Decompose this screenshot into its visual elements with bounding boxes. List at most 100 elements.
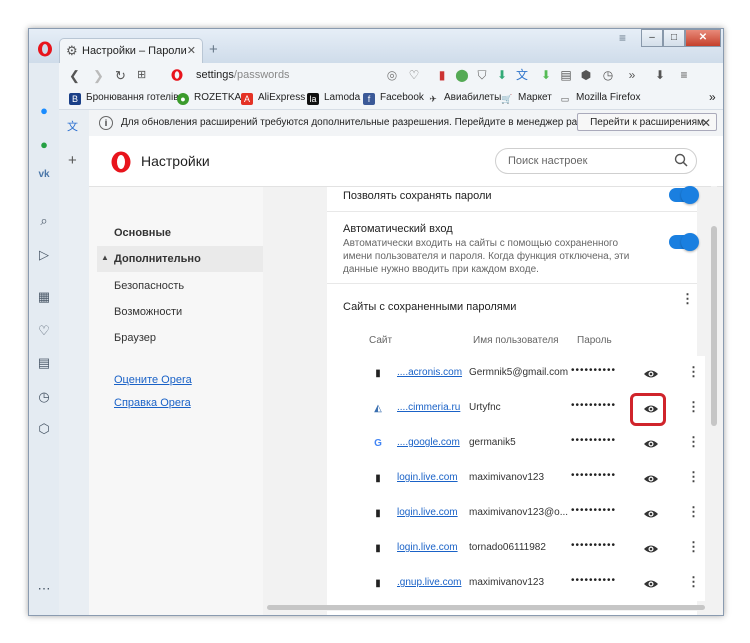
show-password-eye-icon[interactable] — [643, 436, 659, 452]
extensions-icon[interactable]: ⬡ — [36, 421, 52, 437]
rozetka-icon: ● — [177, 93, 189, 105]
tab-settings-passwords[interactable]: ⚙ Настройки – Пароли ✕ — [59, 38, 203, 63]
horizontal-scrollbar[interactable] — [263, 605, 709, 611]
site-link[interactable]: ....cimmeria.ru — [397, 402, 460, 413]
heart-icon[interactable]: ♡ — [36, 323, 52, 339]
bookmark-rozetka[interactable]: ● ROZETKA — [177, 92, 241, 105]
show-password-eye-icon[interactable] — [643, 471, 659, 487]
infobar-message: Для обновления расширений требуются допо… — [121, 117, 647, 128]
nav-browser[interactable]: Браузер — [114, 332, 156, 344]
cube-icon[interactable]: ⬢ — [579, 68, 593, 82]
speed-dial-icon[interactable]: ▦ — [36, 289, 52, 305]
more-sidebar-icon[interactable]: ⋯ — [36, 581, 52, 597]
search-icon[interactable]: ⌕ — [36, 213, 52, 229]
site-link[interactable]: login.live.com — [397, 507, 458, 518]
rate-opera-link[interactable]: Оцените Opera — [114, 374, 192, 386]
extension-pin-icon[interactable]: ⬤ — [455, 68, 469, 82]
download-icon[interactable]: ⬇ — [495, 68, 509, 82]
col-password-header: Пароль — [577, 335, 612, 346]
username: Germnik5@gmail.com — [469, 367, 569, 378]
translate-panel-icon[interactable]: 文 — [67, 118, 78, 134]
vertical-scroll-thumb[interactable] — [711, 226, 717, 426]
site-link[interactable]: .gnup.live.com — [397, 577, 461, 588]
extension-red-icon[interactable]: ▮ — [435, 68, 449, 82]
aliexpress-icon: A — [241, 93, 253, 105]
row-more-icon[interactable]: ⋮ — [687, 399, 700, 415]
whatsapp-icon[interactable]: ● — [36, 137, 52, 153]
go-to-extensions-button[interactable]: Перейти к расширениям — [577, 113, 717, 131]
show-password-eye-icon[interactable] — [643, 366, 659, 382]
opera-menu-icon[interactable] — [37, 41, 53, 57]
messenger-icon[interactable]: ● — [36, 103, 52, 119]
bookmark-folder-firefox[interactable]: ▭ Mozilla Firefox — [559, 92, 641, 105]
back-icon[interactable]: ❮ — [69, 68, 80, 84]
allow-save-toggle[interactable] — [669, 186, 699, 204]
row-more-icon[interactable]: ⋮ — [687, 504, 700, 520]
address-bar[interactable]: settings/passwords — [196, 69, 290, 81]
saved-passwords-menu-icon[interactable]: ⋮ — [681, 291, 694, 307]
clock-icon[interactable]: ◷ — [601, 68, 615, 82]
bookmark-booking[interactable]: B Бронювання готелів — [69, 92, 179, 105]
easy-setup-icon[interactable]: ≡ — [619, 31, 626, 45]
new-tab-button[interactable]: + — [209, 41, 218, 58]
download-green-icon[interactable]: ⬇ — [539, 68, 553, 82]
more-extensions-icon[interactable]: » — [625, 68, 639, 82]
bookmark-facebook[interactable]: f Facebook — [363, 92, 424, 105]
maximize-button[interactable]: □ — [663, 29, 685, 47]
nav-advanced[interactable]: Дополнительно — [114, 253, 201, 265]
camera-icon[interactable]: ◎ — [385, 68, 399, 82]
show-password-eye-icon[interactable] — [643, 576, 659, 592]
extension-icon[interactable]: ▤ — [559, 68, 573, 82]
bookmark-label: Lamoda — [324, 92, 361, 103]
show-password-eye-icon[interactable] — [643, 541, 659, 557]
doc-icon: ▮ — [375, 473, 381, 484]
forward-icon[interactable]: ❯ — [93, 68, 104, 84]
password-row: ▮ ....acronis.com Germnik5@gmail.com •••… — [365, 356, 705, 392]
nav-security[interactable]: Безопасность — [114, 280, 184, 292]
bookmark-aliexpress[interactable]: A AliExpress — [241, 92, 305, 105]
add-panel-icon[interactable]: + — [68, 152, 77, 169]
site-link[interactable]: ....google.com — [397, 437, 460, 448]
horizontal-scroll-thumb[interactable] — [267, 605, 705, 610]
row-more-icon[interactable]: ⋮ — [687, 574, 700, 590]
show-password-eye-icon[interactable] — [643, 506, 659, 522]
grid-icon[interactable]: ⊞ — [137, 68, 146, 81]
nav-basic[interactable]: Основные — [114, 227, 171, 239]
title-bar: ⚙ Настройки – Пароли ✕ + ≡ – □ ✕ — [29, 29, 723, 63]
tab-close-icon[interactable]: ✕ — [187, 44, 196, 57]
nav-features[interactable]: Возможности — [114, 306, 182, 318]
download-arrow-icon[interactable]: ⬇ — [653, 68, 667, 82]
vertical-scrollbar[interactable] — [711, 186, 717, 606]
password-row: ▮ login.live.com maximivanov123@o... •••… — [365, 496, 705, 532]
site-link[interactable]: login.live.com — [397, 472, 458, 483]
row-more-icon[interactable]: ⋮ — [687, 539, 700, 555]
heart-bookmark-icon[interactable]: ♡ — [407, 68, 421, 82]
folder-icon: ▭ — [560, 94, 570, 104]
site-link[interactable]: ....acronis.com — [397, 367, 462, 378]
bookmark-label: ROZETKA — [194, 92, 242, 103]
row-more-icon[interactable]: ⋮ — [687, 469, 700, 485]
site-link[interactable]: login.live.com — [397, 542, 458, 553]
bookmark-market[interactable]: 🛒 Маркет — [501, 92, 551, 105]
bookmark-aviabilety[interactable]: ✈ Авиабилеты — [427, 92, 501, 105]
vk-icon[interactable]: vk — [36, 167, 52, 183]
row-more-icon[interactable]: ⋮ — [687, 364, 700, 380]
minimize-button[interactable]: – — [641, 29, 663, 47]
easy-menu-icon[interactable]: ≡ — [677, 68, 691, 82]
row-more-icon[interactable]: ⋮ — [687, 434, 700, 450]
reload-icon[interactable]: ↻ — [115, 68, 126, 84]
send-icon[interactable]: ▷ — [36, 247, 52, 263]
password-row: ▮ .gnup.live.com maximivanov123 ••••••••… — [365, 566, 705, 601]
history-icon[interactable]: ◷ — [36, 389, 52, 405]
settings-search-input[interactable]: Поиск настроек — [495, 148, 697, 174]
auto-login-toggle[interactable] — [669, 233, 699, 251]
infobar-close-icon[interactable]: ✕ — [701, 116, 711, 130]
translate-icon[interactable]: 文 — [515, 68, 529, 82]
collapse-arrow-icon[interactable]: ▲ — [101, 253, 109, 262]
help-opera-link[interactable]: Справка Opera — [114, 397, 191, 409]
bookmarks-more-icon[interactable]: » — [709, 90, 716, 104]
close-window-button[interactable]: ✕ — [685, 29, 721, 47]
news-icon[interactable]: ▤ — [36, 355, 52, 371]
bookmark-lamoda[interactable]: la Lamoda — [307, 92, 360, 105]
shield-icon[interactable]: ⛉ — [475, 68, 489, 82]
